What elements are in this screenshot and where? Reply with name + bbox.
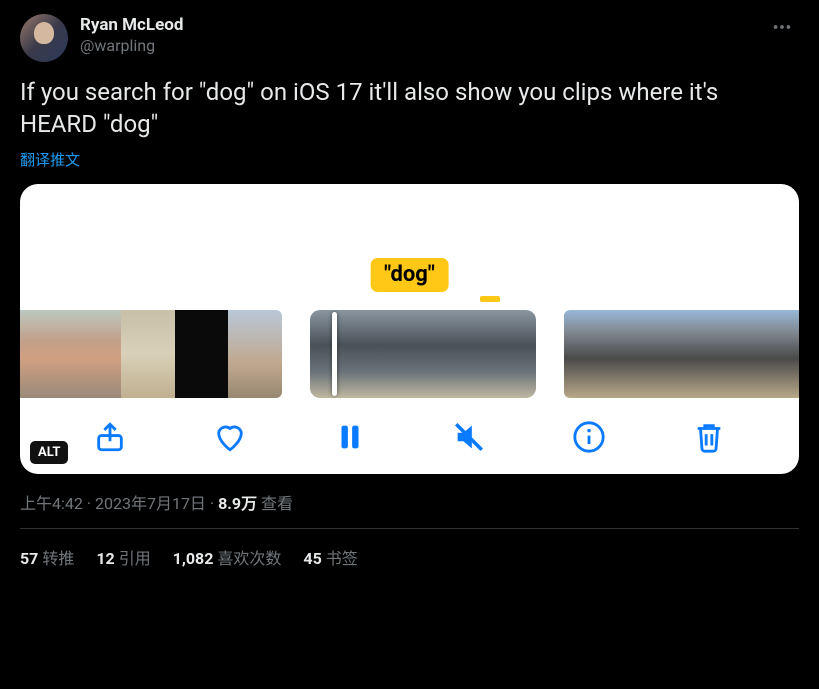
clip-frame xyxy=(121,310,175,398)
name-block: Ryan McLeod @warpling xyxy=(80,14,183,57)
trash-icon xyxy=(692,420,726,454)
tweet-container: Ryan McLeod @warpling If you search for … xyxy=(0,0,819,569)
search-term-badge: "dog" xyxy=(370,258,449,292)
pause-icon xyxy=(333,420,367,454)
volume-muted-icon xyxy=(452,420,486,454)
clip-strip-row xyxy=(20,280,799,398)
avatar[interactable] xyxy=(20,14,68,62)
clip-frame xyxy=(228,310,282,398)
retweets-stat[interactable]: 57转推 xyxy=(20,545,74,569)
clip-frame xyxy=(175,310,229,398)
playhead[interactable] xyxy=(332,312,337,396)
more-icon xyxy=(771,16,793,38)
clip-strip-active[interactable] xyxy=(310,310,536,398)
tweet-meta: 上午4:42 · 2023年7月17日 · 8.9万 查看 xyxy=(20,490,799,514)
stats-row: 57转推 12引用 1,082喜欢次数 45书签 xyxy=(20,529,799,569)
translate-link[interactable]: 翻译推文 xyxy=(20,149,80,170)
clip-strip[interactable] xyxy=(564,310,799,398)
tweet-text: If you search for "dog" on iOS 17 it'll … xyxy=(20,76,799,141)
view-label: 查看 xyxy=(257,494,293,513)
tweet-time[interactable]: 上午4:42 xyxy=(20,494,83,513)
clip-frame xyxy=(698,310,743,398)
clip-frame xyxy=(787,310,799,398)
share-icon xyxy=(93,420,127,454)
clip-frame xyxy=(310,310,385,398)
alt-badge[interactable]: ALT xyxy=(30,441,68,464)
tweet-date[interactable]: 2023年7月17日 xyxy=(95,494,206,513)
media-toolbar xyxy=(20,398,799,460)
like-button[interactable] xyxy=(213,420,247,454)
clip-frame xyxy=(609,310,654,398)
quotes-stat[interactable]: 12引用 xyxy=(96,545,150,569)
clip-frame xyxy=(20,310,68,398)
clip-frame xyxy=(68,310,122,398)
pause-button[interactable] xyxy=(333,420,367,454)
mute-button[interactable] xyxy=(452,420,486,454)
more-button[interactable] xyxy=(765,14,799,46)
clip-frame xyxy=(385,310,460,398)
share-button[interactable] xyxy=(93,420,127,454)
likes-stat[interactable]: 1,082喜欢次数 xyxy=(173,545,282,569)
delete-button[interactable] xyxy=(692,420,726,454)
heart-icon xyxy=(213,420,247,454)
clip-frame xyxy=(461,310,536,398)
clip-frame xyxy=(564,310,609,398)
display-name[interactable]: Ryan McLeod xyxy=(80,14,183,36)
clip-frame xyxy=(653,310,698,398)
media-card[interactable]: "dog" xyxy=(20,184,799,474)
search-term-marker xyxy=(480,296,500,302)
info-icon xyxy=(572,420,606,454)
handle[interactable]: @warpling xyxy=(80,36,183,57)
bookmarks-stat[interactable]: 45书签 xyxy=(303,545,357,569)
tweet-header: Ryan McLeod @warpling xyxy=(20,14,799,62)
info-button[interactable] xyxy=(572,420,606,454)
clip-frame xyxy=(743,310,788,398)
clip-strip[interactable] xyxy=(20,310,282,398)
view-count[interactable]: 8.9万 xyxy=(218,494,257,513)
